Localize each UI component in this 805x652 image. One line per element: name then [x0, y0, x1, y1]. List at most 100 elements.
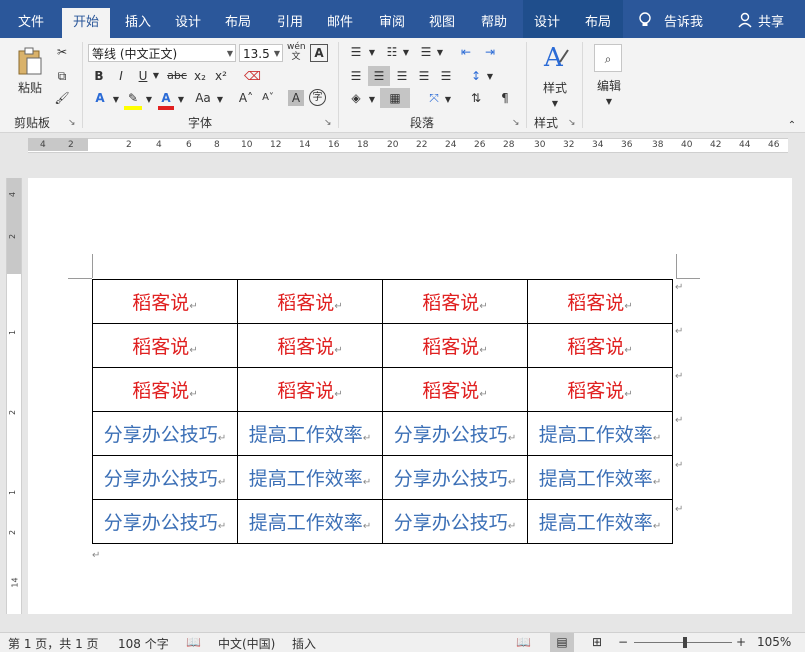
table-cell[interactable]: 稻客说↵ [527, 279, 673, 324]
font-launcher-icon[interactable]: ↘ [324, 118, 332, 128]
tab-insert[interactable]: 插入 [116, 0, 160, 38]
increase-indent-icon[interactable]: ⇥ [480, 44, 500, 60]
proofing-icon[interactable]: 📖 [186, 635, 201, 649]
shading-icon[interactable]: ◈ [346, 90, 366, 106]
table-cell[interactable]: 分享办公技巧↵ [92, 411, 238, 456]
font-size-combo[interactable]: 13.5 ▼ [239, 44, 283, 62]
styles-icon[interactable]: A [538, 42, 572, 73]
zoom-slider-thumb[interactable] [683, 637, 687, 648]
table-cell[interactable]: 分享办公技巧↵ [92, 499, 238, 544]
bold-button[interactable]: B [92, 68, 106, 84]
tab-table-layout[interactable]: 布局 [576, 0, 620, 38]
tab-layout[interactable]: 布局 [216, 0, 260, 38]
editing-button[interactable]: 编辑 [592, 78, 626, 94]
strikethrough-button[interactable]: abc [166, 68, 188, 84]
tab-review[interactable]: 审阅 [370, 0, 414, 38]
styles-launcher-icon[interactable]: ↘ [568, 118, 576, 128]
table-cell[interactable]: 提高工作效率↵ [527, 411, 673, 456]
table-cell[interactable]: 分享办公技巧↵ [92, 455, 238, 500]
search-icon[interactable]: ⌕ [594, 44, 622, 72]
change-case-button[interactable]: Aa [192, 90, 214, 106]
sort-icon[interactable]: ⇅ [466, 90, 486, 106]
font-color-icon[interactable]: A [158, 90, 174, 110]
tab-design[interactable]: 设计 [166, 0, 210, 38]
read-mode-icon[interactable]: 📖 [516, 635, 531, 649]
table-cell[interactable]: 稻客说↵ [92, 367, 238, 412]
align-center-icon[interactable]: ☰ [368, 66, 390, 86]
tab-file[interactable]: 文件 [8, 0, 54, 38]
tab-mailings[interactable]: 邮件 [318, 0, 362, 38]
styles-button[interactable]: 样式 [538, 80, 572, 96]
table-cell[interactable]: 稻客说↵ [382, 323, 528, 368]
table-cell[interactable]: 提高工作效率↵ [527, 455, 673, 500]
web-layout-icon[interactable]: ⊞ [592, 635, 602, 649]
table-cell[interactable]: 稻客说↵ [92, 279, 238, 324]
format-painter-icon[interactable]: 🖌 [54, 90, 70, 106]
shrink-font-button[interactable]: A˅ [258, 90, 278, 106]
word-count[interactable]: 108 个字 [118, 635, 169, 652]
table-cell[interactable]: 稻客说↵ [237, 367, 383, 412]
borders-icon[interactable]: ▦ [380, 88, 410, 108]
table-cell[interactable]: 稻客说↵ [92, 323, 238, 368]
tab-view[interactable]: 视图 [420, 0, 464, 38]
table-cell[interactable]: 稻客说↵ [527, 323, 673, 368]
underline-button[interactable]: U [136, 68, 150, 84]
chevron-down-icon[interactable]: ▼ [152, 68, 160, 84]
tell-me-search[interactable]: 告诉我 [664, 0, 703, 38]
vertical-ruler[interactable]: 4 2 1 2 1 2 14 [6, 178, 22, 614]
highlight-icon[interactable]: ✎ [124, 90, 142, 110]
horizontal-ruler[interactable]: 4 2 2 4 6 8 10 12 14 16 18 20 22 24 26 2… [0, 133, 805, 155]
print-layout-icon[interactable]: ▤ [550, 633, 574, 652]
justify-icon[interactable]: ☰ [414, 68, 434, 84]
character-border-icon[interactable]: A [310, 44, 328, 62]
chevron-down-icon[interactable]: ▼ [550, 96, 560, 112]
chevron-down-icon[interactable]: ▼ [368, 45, 376, 61]
tab-home[interactable]: 开始 [62, 8, 110, 38]
multilevel-list-icon[interactable]: ☰ [416, 44, 436, 60]
phonetic-guide-icon[interactable]: wén 文 [287, 42, 306, 62]
numbering-icon[interactable]: ☷ [382, 44, 402, 60]
table-cell[interactable]: 稻客说↵ [382, 367, 528, 412]
table-cell[interactable]: 分享办公技巧↵ [382, 455, 528, 500]
paste-button[interactable]: 粘贴 [12, 80, 48, 96]
zoom-level[interactable]: 105% [757, 635, 791, 649]
chevron-down-icon[interactable]: ▼ [486, 69, 494, 85]
chevron-down-icon[interactable]: ▼ [216, 92, 224, 108]
page-count[interactable]: 第 1 页，共 1 页 [8, 635, 99, 652]
collapse-ribbon-icon[interactable]: ⌃ [786, 118, 798, 134]
clipboard-launcher-icon[interactable]: ↘ [68, 118, 76, 128]
cut-icon[interactable]: ✂ [54, 44, 70, 60]
chevron-down-icon[interactable]: ▼ [177, 92, 185, 108]
table-cell[interactable]: 稻客说↵ [382, 279, 528, 324]
chevron-down-icon[interactable]: ▼ [368, 92, 376, 108]
distributed-icon[interactable]: ☰ [436, 68, 456, 84]
chevron-down-icon[interactable]: ▼ [145, 92, 153, 108]
zoom-in-button[interactable]: + [736, 635, 746, 649]
chevron-down-icon[interactable]: ▼ [402, 45, 410, 61]
table-cell[interactable]: 提高工作效率↵ [237, 499, 383, 544]
align-right-icon[interactable]: ☰ [392, 68, 412, 84]
paragraph-launcher-icon[interactable]: ↘ [512, 118, 520, 128]
language-indicator[interactable]: 中文(中国) [218, 635, 275, 652]
character-shading-button[interactable]: A [288, 90, 304, 106]
bullets-icon[interactable]: ☰ [346, 44, 366, 60]
document-table[interactable]: 稻客说↵ 稻客说↵ 稻客说↵ 稻客说↵ 稻客说↵ 稻客说↵ 稻客说↵ 稻客说↵ … [92, 279, 673, 544]
table-cell[interactable]: 稻客说↵ [237, 323, 383, 368]
italic-button[interactable]: I [114, 68, 128, 84]
chevron-down-icon[interactable]: ▼ [604, 94, 614, 110]
chinese-layout-icon[interactable]: ⤧ [424, 90, 444, 106]
superscript-button[interactable]: x² [213, 68, 229, 84]
show-marks-icon[interactable]: ¶ [496, 90, 514, 106]
table-cell[interactable]: 分享办公技巧↵ [382, 499, 528, 544]
enclose-characters-button[interactable]: 字 [309, 89, 326, 106]
chevron-down-icon[interactable]: ▼ [112, 92, 120, 108]
zoom-out-button[interactable]: − [618, 635, 628, 649]
share-button[interactable]: 共享 [758, 0, 784, 38]
table-cell[interactable]: 提高工作效率↵ [527, 499, 673, 544]
clear-formatting-icon[interactable]: ⌫ [244, 68, 261, 84]
line-spacing-icon[interactable]: ↕ [466, 68, 486, 84]
table-cell[interactable]: 提高工作效率↵ [237, 411, 383, 456]
chevron-down-icon[interactable]: ▼ [436, 45, 444, 61]
align-left-icon[interactable]: ☰ [346, 68, 366, 84]
insert-mode[interactable]: 插入 [292, 635, 316, 652]
